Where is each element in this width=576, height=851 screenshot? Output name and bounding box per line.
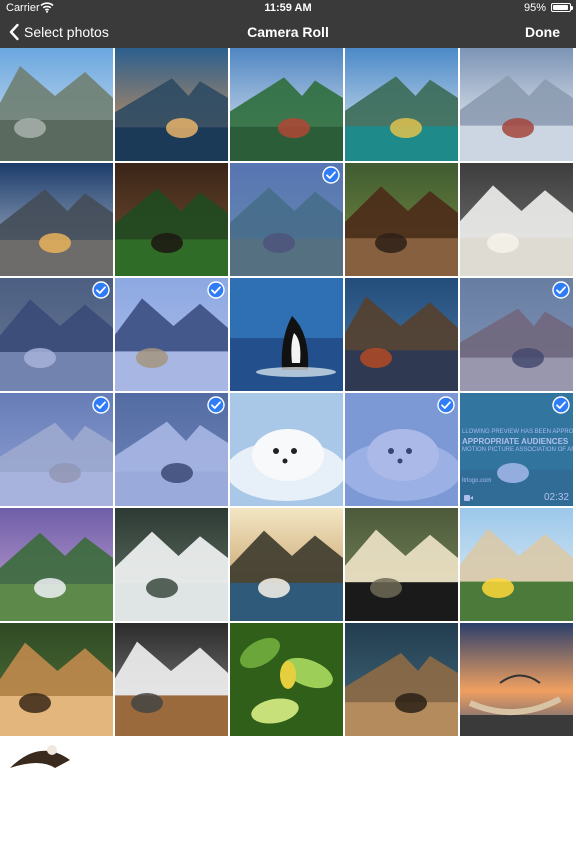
photo-thumbnail-snowy-owl[interactable]	[115, 393, 228, 506]
photo-thumbnail-beach-flower[interactable]	[460, 508, 573, 621]
bear-in-water-image	[345, 623, 458, 736]
lodge-by-lake-image	[230, 48, 343, 161]
checkmark-icon	[552, 396, 570, 414]
checkmark-icon	[207, 396, 225, 414]
battery-icon	[551, 3, 573, 12]
done-button[interactable]: Done	[525, 16, 560, 48]
snowy-mountain-town-image	[460, 48, 573, 161]
photo-thumbnail-bear-in-water[interactable]	[345, 623, 458, 736]
photo-thumbnail-waterfall-cliffs[interactable]	[0, 508, 113, 621]
battery-percent: 95%	[523, 2, 546, 14]
status-bar: Carrier 11:59 AM 95%	[0, 0, 576, 16]
lake-canoes-image	[345, 48, 458, 161]
checkmark-icon	[552, 281, 570, 299]
photo-thumbnail-bear-cubs[interactable]	[345, 508, 458, 621]
photo-thumbnail-mountain-lake-sunrise[interactable]	[115, 48, 228, 161]
photo-thumbnail-video-preview[interactable]: LLOWING PREVIEW HAS BEEN APPROVEDAPPROPR…	[460, 393, 573, 506]
photo-thumbnail-town-street-mountain[interactable]	[0, 163, 113, 276]
back-label: Select photos	[24, 24, 109, 40]
coastal-waterfall-image	[230, 508, 343, 621]
photo-thumbnail-coastal-waterfall[interactable]	[230, 508, 343, 621]
photo-thumbnail-harp-seal-pup[interactable]	[230, 393, 343, 506]
photo-thumbnail-puppies[interactable]	[115, 623, 228, 736]
chevron-left-icon	[9, 23, 19, 41]
navigation-bar: Select photos Camera Roll Done	[0, 16, 576, 48]
photo-thumbnail-moose-pair[interactable]	[345, 163, 458, 276]
checkmark-icon	[92, 396, 110, 414]
orca-image	[230, 278, 343, 391]
photo-thumbnail-hammock-sunset[interactable]	[460, 623, 573, 736]
eagle-image	[0, 738, 113, 851]
photo-thumbnail-snowy-mountain-town[interactable]	[460, 48, 573, 161]
photo-grid: LLOWING PREVIEW HAS BEEN APPROVEDAPPROPR…	[0, 48, 576, 851]
checkmark-icon	[437, 396, 455, 414]
mountain-village-image	[0, 48, 113, 161]
photo-thumbnail-bears-by-cabin[interactable]	[115, 163, 228, 276]
photo-thumbnail-orca[interactable]	[230, 278, 343, 391]
photo-thumbnail-lynx-kittens[interactable]	[0, 623, 113, 736]
photo-thumbnail-lake-canoes[interactable]	[345, 48, 458, 161]
waterfall-closeup-image	[115, 508, 228, 621]
bear-cubs-image	[345, 508, 458, 621]
photo-thumbnail-polar-bear-cubs[interactable]	[0, 393, 113, 506]
photo-thumbnail-black-and-white-bears[interactable]	[0, 278, 113, 391]
photo-thumbnail-chipmunk[interactable]	[460, 278, 573, 391]
puppies-image	[115, 623, 228, 736]
beach-flower-image	[460, 508, 573, 621]
green-leaves-image	[230, 623, 343, 736]
photo-thumbnail-seal-pup-resting[interactable]	[345, 393, 458, 506]
mountain-lake-sunrise-image	[115, 48, 228, 161]
photo-thumbnail-polar-bears-play[interactable]	[460, 163, 573, 276]
checkmark-icon	[322, 166, 340, 184]
town-street-mountain-image	[0, 163, 113, 276]
checkmark-icon	[207, 281, 225, 299]
photo-thumbnail-grizzly-bear[interactable]	[230, 163, 343, 276]
checkmark-icon	[92, 281, 110, 299]
hammock-sunset-image	[460, 623, 573, 736]
lynx-kittens-image	[0, 623, 113, 736]
photo-thumbnail-penguins[interactable]	[115, 278, 228, 391]
bears-by-cabin-image	[115, 163, 228, 276]
photo-thumbnail-waterfall-closeup[interactable]	[115, 508, 228, 621]
photo-thumbnail-harlequin-ducks[interactable]	[345, 278, 458, 391]
clock: 11:59 AM	[264, 2, 312, 14]
back-button[interactable]: Select photos	[8, 16, 109, 48]
photo-thumbnail-eagle[interactable]	[0, 738, 113, 851]
photo-thumbnail-mountain-village[interactable]	[0, 48, 113, 161]
harlequin-ducks-image	[345, 278, 458, 391]
moose-pair-image	[345, 163, 458, 276]
harp-seal-pup-image	[230, 393, 343, 506]
photo-thumbnail-lodge-by-lake[interactable]	[230, 48, 343, 161]
polar-bears-play-image	[460, 163, 573, 276]
waterfall-cliffs-image	[0, 508, 113, 621]
photo-thumbnail-green-leaves[interactable]	[230, 623, 343, 736]
